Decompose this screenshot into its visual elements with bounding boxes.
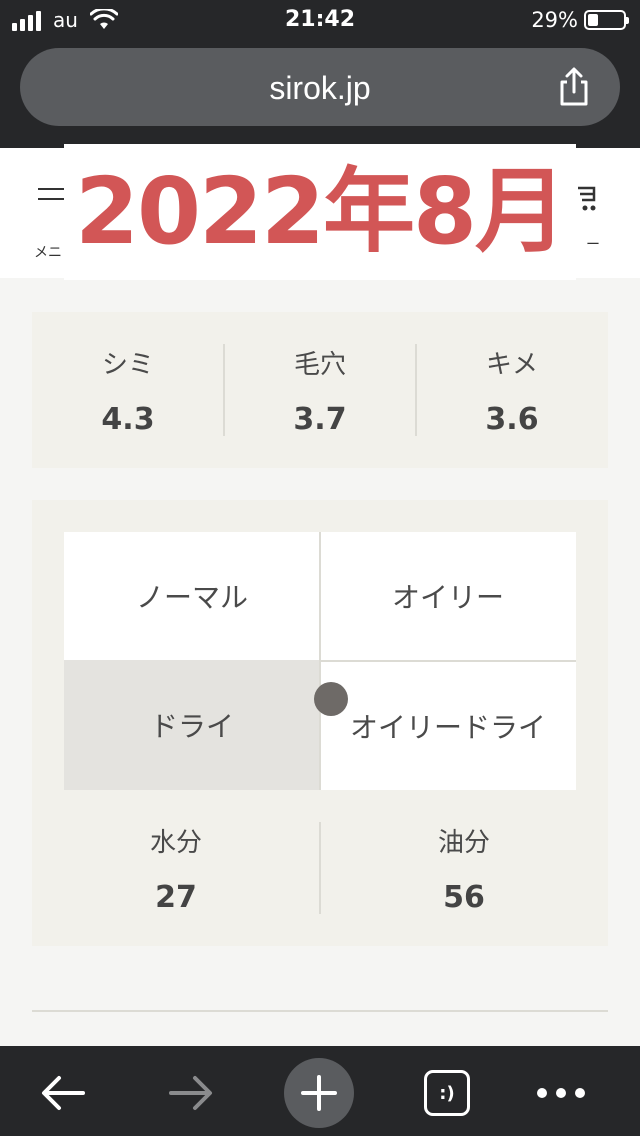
quadrant-oily: オイリー	[320, 532, 576, 660]
stat-pores: 毛穴 3.7	[224, 312, 416, 468]
more-icon[interactable]	[526, 1058, 596, 1128]
oil-label: 油分	[437, 828, 490, 858]
menu-label: メニ	[34, 245, 62, 261]
skin-stats-card: シミ 4.3 毛穴 3.7 キメ 3.6	[32, 312, 608, 468]
battery-percent: 29%	[531, 8, 578, 32]
quadrant-oily-dry: オイリードライ	[320, 662, 576, 790]
grid-divider-horizontal	[320, 660, 576, 662]
stat-spots: シミ 4.3	[32, 312, 224, 468]
tabs-glyph: :)	[424, 1070, 470, 1116]
status-bar: au 21:42 29%	[0, 0, 640, 42]
section-divider	[32, 1010, 608, 1012]
tabs-icon[interactable]: :)	[412, 1058, 482, 1128]
battery-icon	[584, 10, 629, 30]
skin-type-card: ノーマル オイリー ドライ オイリードライ 水分 27 油分 56	[32, 500, 608, 946]
stat-value: 3.6	[485, 402, 539, 437]
url-text: sirok.jp	[269, 70, 371, 106]
forward-arrow-icon[interactable]	[156, 1058, 226, 1128]
back-arrow-icon[interactable]	[28, 1058, 98, 1128]
share-icon[interactable]	[554, 66, 594, 108]
address-bar[interactable]: sirok.jp	[20, 48, 620, 126]
stat-label: キメ	[485, 350, 538, 380]
quadrant-dry: ドライ	[64, 660, 320, 790]
stat-label: シミ	[101, 350, 154, 380]
stat-texture: キメ 3.6	[416, 312, 608, 468]
stat-value: 3.7	[293, 402, 347, 437]
browser-toolbar: :)	[0, 1046, 640, 1136]
date-overlay-title: 2022年8月	[64, 144, 576, 280]
cart-icon[interactable]	[576, 184, 602, 212]
cart-label: ー	[586, 237, 600, 253]
oil-value: 56	[443, 880, 485, 915]
browser-chrome: au 21:42 29% sirok.jp	[0, 0, 640, 148]
moisture-label: 水分	[149, 828, 202, 858]
stat-value: 4.3	[101, 402, 155, 437]
stat-label: 毛穴	[293, 350, 346, 380]
skin-position-marker	[314, 682, 348, 716]
moisture-value: 27	[155, 880, 197, 915]
quadrant-normal: ノーマル	[64, 532, 320, 660]
new-tab-plus-icon[interactable]	[284, 1058, 354, 1128]
